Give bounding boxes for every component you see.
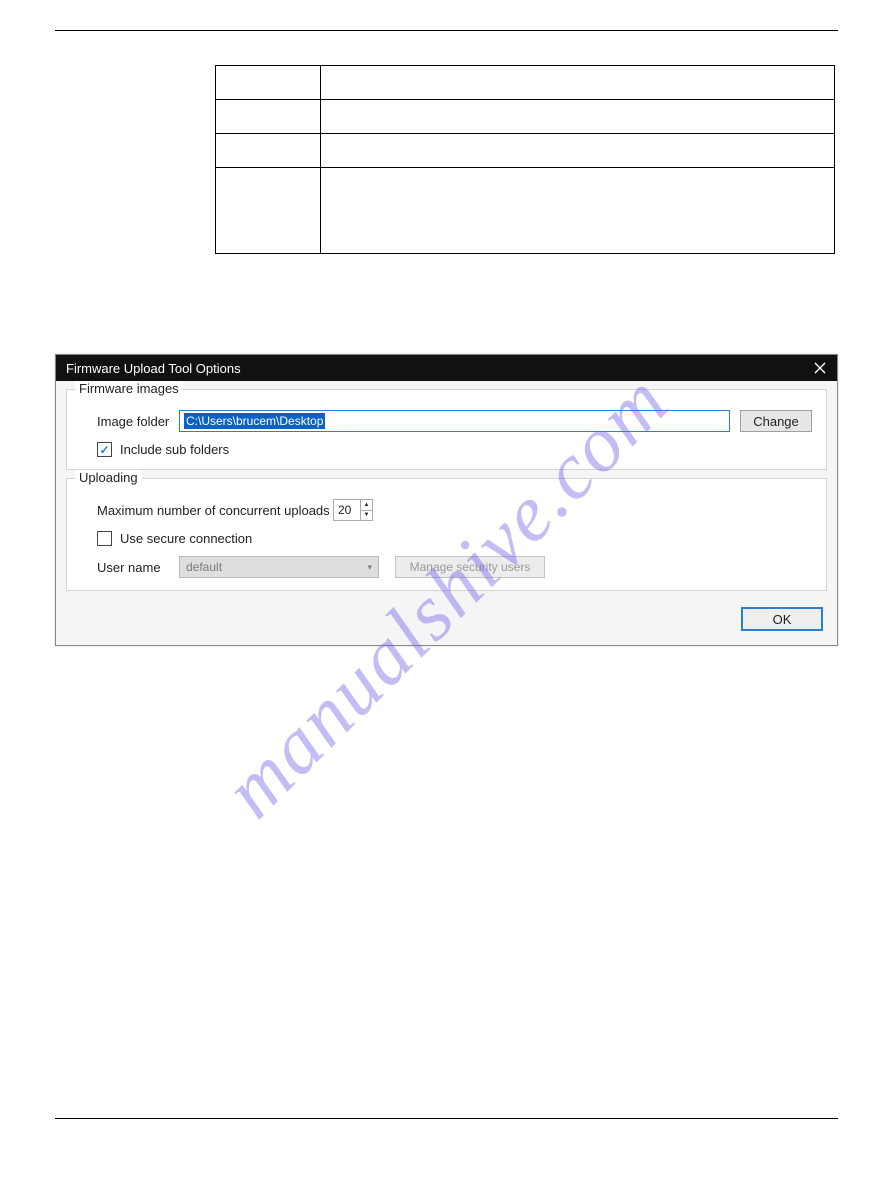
ok-button-label: OK [773, 612, 792, 627]
bottom-rule [55, 1118, 838, 1119]
include-subfolders-label: Include sub folders [120, 442, 229, 457]
table-row [216, 66, 835, 100]
ok-button[interactable]: OK [741, 607, 823, 631]
spinner-up-icon[interactable]: ▲ [361, 500, 372, 511]
manage-users-label: Manage security users [410, 560, 531, 574]
firmware-images-legend: Firmware images [75, 381, 183, 396]
chevron-down-icon: ▾ [367, 562, 372, 573]
change-button[interactable]: Change [740, 410, 812, 432]
user-name-label: User name [97, 560, 179, 575]
table-row [216, 168, 835, 254]
user-name-combo[interactable]: default ▾ [179, 556, 379, 578]
include-subfolders-checkbox[interactable] [97, 442, 112, 457]
use-secure-label: Use secure connection [120, 531, 252, 546]
dialog-title: Firmware Upload Tool Options [66, 361, 811, 376]
manage-users-button: Manage security users [395, 556, 545, 578]
close-icon[interactable] [811, 359, 829, 377]
options-dialog: Firmware Upload Tool Options Firmware im… [55, 354, 838, 646]
image-folder-input[interactable]: C:\Users\brucem\Desktop [179, 410, 730, 432]
titlebar: Firmware Upload Tool Options [56, 355, 837, 381]
max-concurrent-label: Maximum number of concurrent uploads [97, 503, 333, 518]
use-secure-checkbox[interactable] [97, 531, 112, 546]
image-folder-value: C:\Users\brucem\Desktop [184, 413, 325, 429]
table-row [216, 134, 835, 168]
max-concurrent-value: 20 [334, 500, 360, 520]
empty-table [215, 65, 835, 254]
spinner-down-icon[interactable]: ▼ [361, 511, 372, 521]
image-folder-label: Image folder [97, 414, 179, 429]
max-concurrent-spinner[interactable]: 20 ▲ ▼ [333, 499, 373, 521]
uploading-group: Uploading Maximum number of concurrent u… [66, 478, 827, 591]
firmware-images-group: Firmware images Image folder C:\Users\br… [66, 389, 827, 470]
change-button-label: Change [753, 414, 799, 429]
page-table [215, 65, 835, 254]
user-name-value: default [186, 560, 222, 574]
uploading-legend: Uploading [75, 470, 142, 485]
top-rule [55, 30, 838, 31]
table-row [216, 100, 835, 134]
